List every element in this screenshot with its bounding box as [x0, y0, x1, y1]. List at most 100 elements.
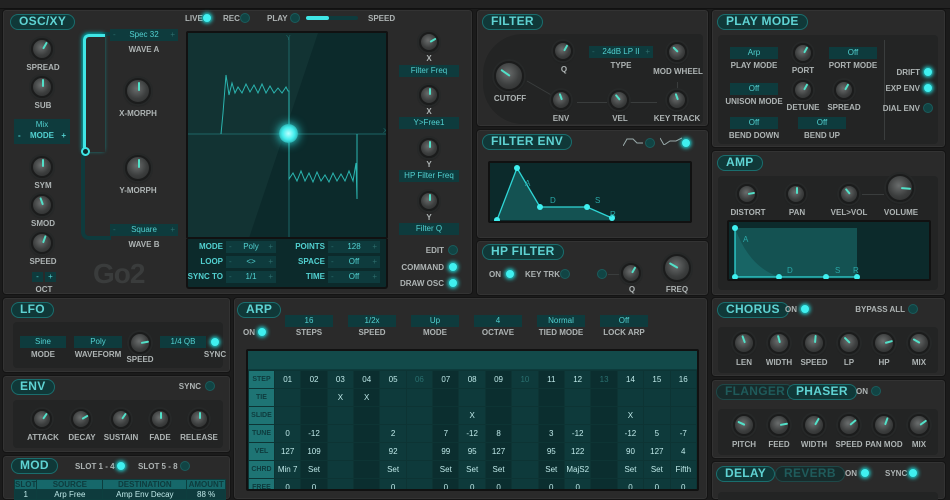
decay-knob[interactable] — [71, 409, 91, 429]
arp-cell[interactable] — [484, 388, 513, 407]
arp-cell[interactable]: 2 — [379, 424, 407, 443]
delay-on-toggle[interactable] — [860, 468, 870, 478]
vel-knob[interactable] — [609, 90, 629, 110]
arp-cell[interactable] — [353, 442, 381, 461]
arp-cell[interactable] — [405, 424, 434, 443]
arp-cell[interactable]: Set — [300, 460, 328, 479]
fade-knob[interactable] — [150, 409, 170, 429]
env-point[interactable] — [776, 274, 782, 280]
arp-cell[interactable] — [300, 388, 328, 407]
arp-cell[interactable] — [458, 388, 486, 407]
mod-wheel-knob[interactable] — [667, 42, 687, 62]
arp-cell[interactable] — [511, 460, 539, 479]
env-point[interactable] — [584, 204, 590, 210]
chorus-len-knob[interactable] — [733, 332, 755, 354]
phaser-pitch-knob[interactable] — [733, 414, 755, 436]
bend-down-selector[interactable]: Off — [730, 117, 778, 129]
arp-cell[interactable] — [537, 388, 565, 407]
arp-cell[interactable]: Set — [432, 460, 460, 479]
x-morph-knob[interactable] — [125, 78, 151, 104]
spread-knob[interactable] — [31, 38, 53, 60]
arp-cell[interactable] — [563, 388, 592, 407]
arp-cell[interactable]: 11 — [537, 370, 565, 389]
arp-cell[interactable] — [300, 406, 328, 425]
arp-cell[interactable] — [432, 406, 460, 425]
arp-cell[interactable]: 92 — [379, 442, 407, 461]
xy-space-selector[interactable]: - Off + — [328, 256, 380, 268]
exp-env-toggle[interactable] — [923, 83, 933, 93]
arp-cell[interactable] — [405, 460, 434, 479]
arp-steps-selector[interactable]: 16 — [285, 315, 333, 327]
chorus-mix-knob[interactable] — [908, 332, 930, 354]
volume-knob[interactable] — [886, 174, 914, 202]
arp-cell[interactable]: 09 — [484, 370, 513, 389]
arp-cell[interactable] — [669, 388, 697, 407]
mod-row[interactable]: 1 Arp Free Amp Env Decay 88 % — [13, 489, 226, 500]
xy-pad[interactable]: Y X — [186, 31, 388, 239]
arp-cell[interactable]: 95 — [537, 442, 565, 461]
lfo-speed-knob[interactable] — [129, 332, 151, 354]
env-point[interactable] — [494, 217, 500, 223]
xy-syncto-selector[interactable]: -1/1 + — [226, 271, 276, 283]
arp-cell[interactable]: Set — [616, 460, 645, 479]
x-assign-1-target[interactable]: Filter Freq — [399, 65, 459, 77]
arp-cell[interactable]: 0 — [537, 478, 565, 489]
y-assign-2-target[interactable]: Filter Q — [399, 223, 459, 235]
arp-cell[interactable]: Set — [643, 460, 671, 479]
spread-pm-knob[interactable] — [834, 80, 854, 100]
arp-cell[interactable] — [563, 406, 592, 425]
x-assign-2-knob[interactable] — [419, 85, 439, 105]
chorus-lp-knob[interactable] — [838, 332, 860, 354]
arp-cell[interactable] — [273, 406, 302, 425]
arp-cell[interactable]: 127 — [273, 442, 302, 461]
arp-cell[interactable]: 0 — [379, 478, 407, 489]
arp-cell[interactable]: 0 — [563, 478, 592, 489]
arp-cell[interactable]: 3 — [537, 424, 565, 443]
vel-vol-knob[interactable] — [839, 184, 859, 204]
arp-cell[interactable]: 0 — [616, 478, 645, 489]
env-shape-1-toggle[interactable] — [645, 138, 655, 148]
env-point[interactable] — [732, 274, 738, 280]
arp-cell[interactable] — [537, 406, 565, 425]
arp-cell[interactable]: 99 — [432, 442, 460, 461]
arp-cell[interactable] — [590, 424, 618, 443]
arp-cell[interactable] — [590, 442, 618, 461]
wave-a-selector[interactable]: - Spec 32 + — [110, 29, 178, 41]
arp-cell[interactable]: MajS2 — [563, 460, 592, 479]
arp-cell[interactable]: 7 — [432, 424, 460, 443]
rec-toggle[interactable] — [240, 13, 250, 23]
arp-cell[interactable] — [616, 388, 645, 407]
arp-cell[interactable]: -12 — [300, 424, 328, 443]
mode-minus-button[interactable]: - — [18, 131, 21, 140]
hp-q-knob[interactable] — [621, 263, 641, 283]
play-mode-selector[interactable]: Arp — [730, 47, 778, 59]
arp-cell[interactable] — [326, 460, 355, 479]
arp-cell[interactable]: 122 — [563, 442, 592, 461]
env-point[interactable] — [537, 204, 543, 210]
command-toggle[interactable] — [448, 262, 458, 272]
env-point[interactable] — [823, 274, 829, 280]
y-assign-1-knob[interactable] — [419, 138, 439, 158]
arp-cell[interactable]: 03 — [326, 370, 355, 389]
arp-lock-arp-selector[interactable]: Off — [600, 315, 648, 327]
edit-toggle[interactable] — [448, 245, 458, 255]
arp-cell[interactable]: 0 — [669, 478, 697, 489]
lfo-sync-selector[interactable]: 1/4 QB — [160, 336, 206, 348]
release-knob[interactable] — [189, 409, 209, 429]
unison-mode-selector[interactable]: Off — [730, 83, 778, 95]
phaser-tab[interactable]: PHASER — [787, 384, 857, 400]
arp-cell[interactable]: 0 — [300, 478, 328, 489]
x-assign-1-knob[interactable] — [419, 32, 439, 52]
env-point[interactable] — [732, 225, 738, 231]
arp-cell[interactable]: -12 — [563, 424, 592, 443]
arp-cell[interactable] — [405, 478, 434, 489]
detune-knob[interactable] — [793, 80, 813, 100]
arp-cell[interactable]: -7 — [669, 424, 697, 443]
arp-cell[interactable]: Set — [458, 460, 486, 479]
phaser-width-knob[interactable] — [803, 414, 825, 436]
arp-cell[interactable]: X — [353, 388, 381, 407]
arp-octave-selector[interactable]: 4 — [474, 315, 522, 327]
filter-type-selector[interactable]: -24dB LP II + — [589, 46, 653, 58]
env-point[interactable] — [514, 165, 520, 171]
arp-cell[interactable] — [511, 442, 539, 461]
